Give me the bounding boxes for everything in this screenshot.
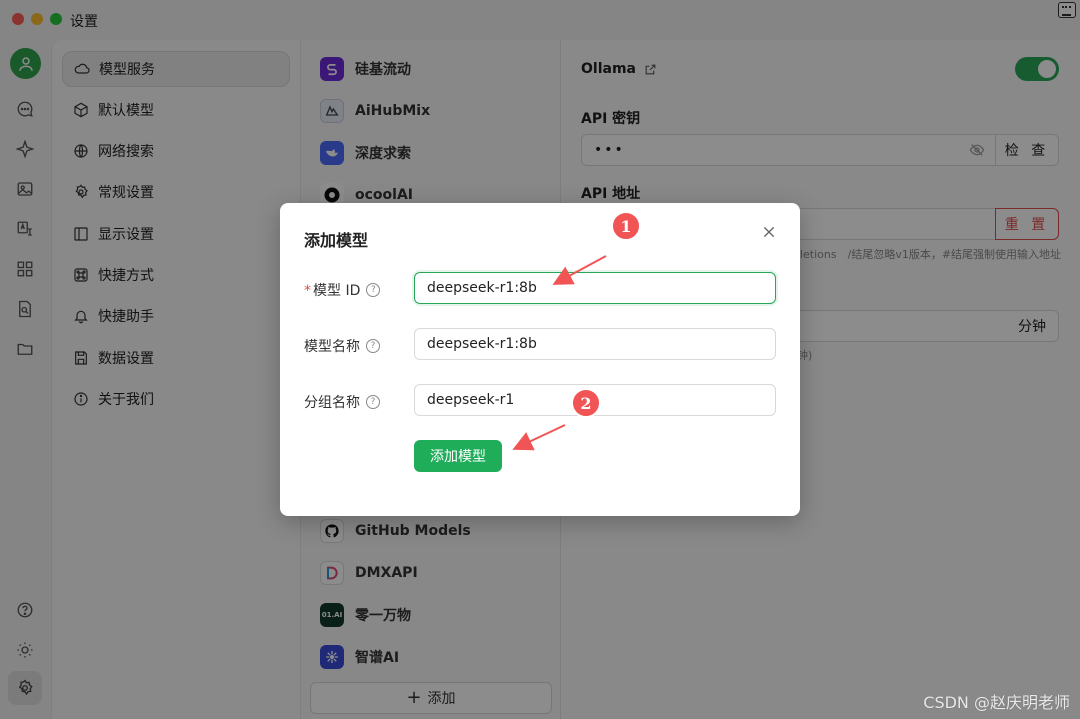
annotation-badge: 2 — [571, 388, 601, 418]
annotation-arrow-2 — [512, 424, 566, 451]
annotation-badge: 1 — [611, 211, 641, 241]
watermark: CSDN @赵庆明老师 — [923, 693, 1070, 712]
annotation-arrows — [512, 255, 607, 451]
annotation-arrow-1 — [552, 255, 607, 285]
